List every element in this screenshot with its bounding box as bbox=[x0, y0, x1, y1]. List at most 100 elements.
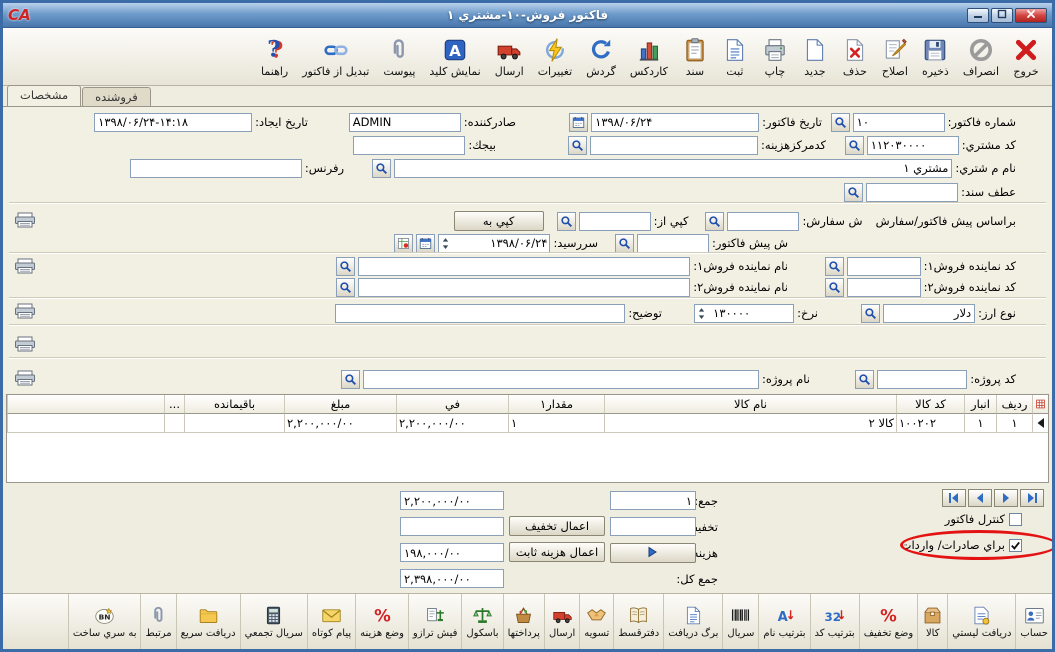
table-row[interactable]: ۱۱۱۰۰۲۰۲کالا ۲۱۲,۲۰۰,۰۰۰/۰۰۲,۲۰۰,۰۰۰/۰۰ bbox=[7, 414, 1048, 433]
column-header-9[interactable]: ... bbox=[164, 395, 184, 414]
bijak-input[interactable] bbox=[353, 136, 465, 155]
copy-from-lookup-button[interactable] bbox=[557, 212, 576, 231]
doc-ref-lookup-button[interactable] bbox=[844, 183, 863, 202]
agent2-name-input[interactable] bbox=[358, 278, 690, 297]
bottombar-to-batch-button[interactable]: BNبه سري ساخت bbox=[68, 594, 141, 649]
project-code-input[interactable] bbox=[877, 370, 967, 389]
column-header-1[interactable]: رديف bbox=[996, 395, 1032, 414]
invoice-costs-button[interactable] bbox=[610, 543, 696, 563]
copy-to-button[interactable]: کپي به bbox=[454, 211, 544, 231]
nav-first-button[interactable] bbox=[942, 489, 966, 507]
project-name-input[interactable] bbox=[363, 370, 759, 389]
bottombar-discount-status-button[interactable]: %وضع تخفيف bbox=[859, 594, 918, 649]
toolbar-register-button[interactable]: ثبت bbox=[715, 30, 755, 84]
toolbar-changes-button[interactable]: تغييرات bbox=[531, 30, 580, 84]
due-date-input[interactable]: ۱۳۹۸/۰۶/۲۴ bbox=[438, 234, 550, 253]
bottombar-sort-by-name-button[interactable]: Aبترتيب نام bbox=[758, 594, 809, 649]
toolbar-cancel-button[interactable]: انصراف bbox=[956, 30, 1006, 84]
doc-ref-input[interactable] bbox=[866, 183, 958, 202]
toolbar-help-button[interactable]: ??راهنما bbox=[254, 30, 295, 84]
bottombar-receipt-sheet-button[interactable]: برگ دريافت bbox=[663, 594, 722, 649]
invoice-discount-input[interactable] bbox=[610, 517, 696, 536]
section-print-icon[interactable] bbox=[13, 257, 37, 274]
spinner-icon[interactable] bbox=[441, 236, 450, 251]
proforma-no-input[interactable] bbox=[637, 234, 709, 253]
agent2-name-lookup-button[interactable] bbox=[336, 278, 355, 297]
bottombar-related-button[interactable]: مرتبط bbox=[140, 594, 175, 649]
customer-name-input[interactable]: مشتري ۱ bbox=[394, 159, 952, 178]
project-name-lookup-button[interactable] bbox=[341, 370, 360, 389]
bottombar-goods-button[interactable]: کالا bbox=[917, 594, 947, 649]
maximize-button[interactable] bbox=[991, 8, 1013, 23]
tab-seller[interactable]: فروشنده bbox=[82, 87, 151, 107]
bottombar-account-button[interactable]: حساب bbox=[1015, 594, 1052, 649]
project-code-lookup-button[interactable] bbox=[855, 370, 874, 389]
agent1-code-input[interactable] bbox=[847, 257, 921, 276]
nav-next-button[interactable] bbox=[994, 489, 1018, 507]
section-print-icon[interactable] bbox=[13, 335, 37, 352]
bottombar-scale-slip-button[interactable]: فيش ترازو bbox=[408, 594, 461, 649]
apply-fixed-cost-button[interactable]: اعمال هزينه ثابت bbox=[509, 542, 605, 562]
copy-from-input[interactable] bbox=[579, 212, 651, 231]
customer-code-lookup-button[interactable] bbox=[845, 136, 864, 155]
bottombar-sms-button[interactable]: پيام کوتاه bbox=[307, 594, 355, 649]
order-no-lookup-button[interactable] bbox=[705, 212, 724, 231]
proforma-no-lookup-button[interactable] bbox=[615, 234, 634, 253]
section-print-icon[interactable] bbox=[13, 369, 37, 386]
column-header-3[interactable]: کد کالا bbox=[896, 395, 964, 414]
agent1-name-lookup-button[interactable] bbox=[336, 257, 355, 276]
toolbar-new-button[interactable]: جديد bbox=[795, 30, 835, 84]
bottombar-send-button[interactable]: ارسال bbox=[544, 594, 579, 649]
invoice-no-lookup-button[interactable] bbox=[831, 113, 850, 132]
agent2-code-lookup-button[interactable] bbox=[825, 278, 844, 297]
bottombar-payments-button[interactable]: پرداختها bbox=[503, 594, 544, 649]
created-input[interactable]: ۱۳۹۸/۰۶/۲۴-۱۴:۱۸ bbox=[94, 113, 252, 132]
cost-center-lookup-button[interactable] bbox=[568, 136, 587, 155]
toolbar-turnover-button[interactable]: گردش bbox=[579, 30, 623, 84]
customer-code-input[interactable]: ۱۱۲۰۳۰۰۰۰ bbox=[867, 136, 959, 155]
description-input[interactable] bbox=[335, 304, 625, 323]
close-button[interactable] bbox=[1015, 8, 1047, 23]
bottombar-quick-receive-button[interactable]: دريافت سريع bbox=[176, 594, 240, 649]
toolbar-send-button[interactable]: ارسال bbox=[488, 30, 531, 84]
nav-last-button[interactable] bbox=[1020, 489, 1044, 507]
bottombar-serial-button[interactable]: سريال bbox=[722, 594, 758, 649]
bottombar-settlement-button[interactable]: تسويه bbox=[579, 594, 613, 649]
agent2-code-input[interactable] bbox=[847, 278, 921, 297]
due-date-calendar-button[interactable] bbox=[416, 234, 435, 253]
toolbar-delete-button[interactable]: حذف bbox=[835, 30, 875, 84]
control-invoice-checkbox[interactable]: کنترل فاکتور bbox=[945, 512, 1022, 526]
tab-specifications[interactable]: مشخصات bbox=[7, 85, 81, 106]
bottombar-cumulative-serial-button[interactable]: سريال تجمعي bbox=[240, 594, 307, 649]
column-header-4[interactable]: نام کالا bbox=[604, 395, 896, 414]
toolbar-voucher-button[interactable]: سند bbox=[675, 30, 715, 84]
column-header-5[interactable]: مقدار۱ bbox=[508, 395, 604, 414]
customer-name-lookup-button[interactable] bbox=[372, 159, 391, 178]
rate-input[interactable]: ۱۳۰۰۰۰ bbox=[694, 304, 794, 323]
reference-input[interactable] bbox=[130, 159, 302, 178]
section-print-icon[interactable] bbox=[13, 302, 37, 319]
bottombar-weighbridge-button[interactable]: باسکول bbox=[461, 594, 502, 649]
invoice-no-input[interactable]: ۱۰ bbox=[853, 113, 945, 132]
apply-discount-button[interactable]: اعمال تخفيف bbox=[509, 516, 605, 536]
column-header-2[interactable]: انبار bbox=[964, 395, 996, 414]
minimize-button[interactable] bbox=[967, 8, 989, 23]
export-import-checkbox[interactable]: براي صادرات/ واردات bbox=[901, 538, 1022, 552]
currency-input[interactable]: دلار bbox=[883, 304, 975, 323]
toolbar-print-button[interactable]: چاپ bbox=[755, 30, 795, 84]
bottombar-cost-status-button[interactable]: %وضع هزينه bbox=[355, 594, 408, 649]
agent1-name-input[interactable] bbox=[358, 257, 690, 276]
due-date-schedule-button[interactable] bbox=[394, 234, 413, 253]
bottombar-installment-book-button[interactable]: دفترقسط bbox=[613, 594, 663, 649]
toolbar-edit-button[interactable]: اصلاح bbox=[875, 30, 915, 84]
bottombar-list-receive-button[interactable]: دريافت ليستي bbox=[947, 594, 1015, 649]
toolbar-show-key-button[interactable]: Aنمايش کليد bbox=[422, 30, 487, 84]
column-header-8[interactable]: باقيمانده bbox=[184, 395, 284, 414]
nav-previous-button[interactable] bbox=[968, 489, 992, 507]
column-header-7[interactable]: مبلغ bbox=[284, 395, 396, 414]
toolbar-convert-from-invoice-button[interactable]: تبديل از فاکتور bbox=[295, 30, 376, 84]
toolbar-exit-button[interactable]: خروج bbox=[1006, 30, 1046, 84]
cost-center-input[interactable] bbox=[590, 136, 758, 155]
bottombar-sort-by-code-button[interactable]: 32بترتيب کد bbox=[810, 594, 859, 649]
toolbar-kardex-button[interactable]: کاردکس bbox=[623, 30, 675, 84]
